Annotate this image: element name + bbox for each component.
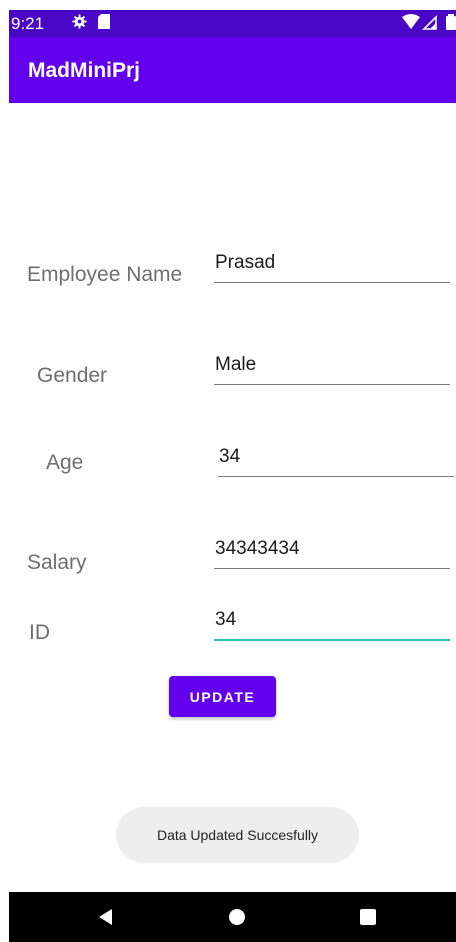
battery-icon [446, 14, 456, 30]
wifi-icon [402, 14, 420, 29]
status-indicators [402, 14, 456, 30]
id-value: 34 [215, 609, 237, 630]
status-time: 9:21 [11, 14, 45, 33]
employee-name-field[interactable]: Prasad [214, 252, 450, 283]
employee-name-value: Prasad [215, 252, 276, 273]
home-icon[interactable] [228, 908, 246, 926]
id-label: ID [29, 621, 50, 644]
salary-value: 34343434 [215, 538, 300, 559]
age-field[interactable]: 34 [218, 446, 454, 477]
status-bar: 9:21 [9, 10, 456, 37]
age-label: Age [46, 451, 84, 474]
back-icon[interactable] [96, 908, 114, 926]
gear-icon [72, 14, 87, 29]
gender-value: Male [215, 354, 257, 375]
navigation-bar [9, 892, 456, 942]
gender-field[interactable]: Male [214, 354, 450, 385]
app-title: MadMiniPrj [28, 59, 141, 82]
id-field[interactable]: 34 [214, 609, 450, 641]
update-button[interactable]: UPDATE [169, 676, 276, 717]
sd-card-icon [98, 14, 110, 29]
employee-name-label: Employee Name [27, 263, 183, 286]
app-bar: MadMiniPrj [9, 37, 456, 103]
toast-message: Data Updated Succesfully [116, 807, 359, 863]
age-value: 34 [219, 446, 241, 467]
salary-label: Salary [27, 551, 87, 574]
recents-icon[interactable] [359, 908, 377, 926]
gender-label: Gender [37, 364, 108, 387]
salary-field[interactable]: 34343434 [214, 538, 450, 569]
signal-icon [422, 15, 437, 30]
app-screen: 9:21 MadMiniPrj Employee Name Prasad Gen… [0, 0, 456, 942]
